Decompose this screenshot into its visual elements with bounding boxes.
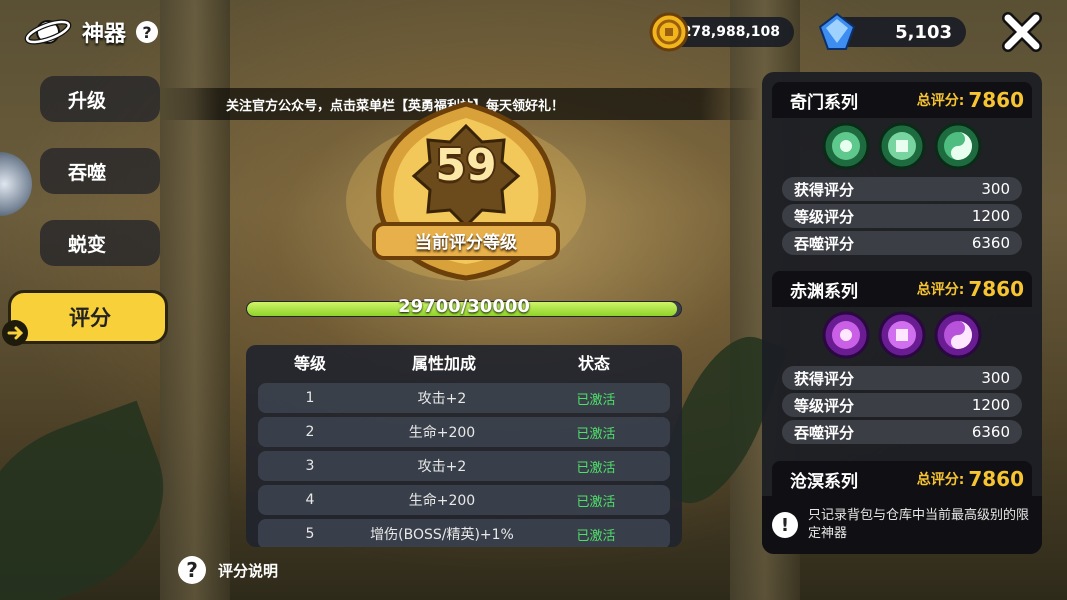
- stat-row: 吞噬评分 6360: [782, 420, 1022, 444]
- gold-amount: 278,988,108: [681, 24, 780, 40]
- menu-item-transform[interactable]: 蜕变: [40, 220, 160, 266]
- row-level: 4: [305, 492, 315, 508]
- gold-counter: 278,988,108: [649, 12, 794, 52]
- header-level: 等级: [293, 354, 326, 373]
- stat-row: 获得评分 300: [782, 366, 1022, 390]
- row-bonus: 生命+200: [408, 493, 476, 509]
- stat-value: 300: [981, 369, 1010, 387]
- table-row: 5 增伤(BOSS/精英)+1% 已激活: [258, 519, 670, 547]
- header-bonus: 属性加成: [411, 354, 476, 373]
- rating-explanation-label: 评分说明: [218, 561, 279, 580]
- table-row: 3 攻击+2 已激活: [258, 451, 670, 481]
- rating-level-badge: [346, 101, 586, 281]
- help-icon[interactable]: ?: [136, 21, 159, 43]
- planet-icon: [24, 19, 72, 45]
- total-score-label: 总评分:: [916, 93, 965, 109]
- table-row: 2 生命+200 已激活: [258, 417, 670, 447]
- notice-text: 只记录背包与仓库中当前最高级别的限定神器: [808, 508, 1030, 541]
- notice-bar: ! 只记录背包与仓库中当前最高级别的限定神器: [762, 496, 1042, 554]
- stat-value: 1200: [971, 207, 1010, 225]
- table-row: 1 攻击+2 已激活: [258, 383, 670, 413]
- header: 神器 ?: [24, 14, 159, 50]
- stat-row: 获得评分 300: [782, 177, 1022, 201]
- row-status: 已激活: [576, 392, 616, 408]
- page-title: 神器: [82, 22, 127, 47]
- total-score-value: 7860: [968, 88, 1024, 112]
- row-status: 已激活: [576, 494, 616, 510]
- row-status: 已激活: [576, 528, 616, 544]
- stat-label: 等级评分: [794, 207, 855, 226]
- table-row: 4 生命+200 已激活: [258, 485, 670, 515]
- question-icon: ?: [178, 556, 206, 584]
- header-status: 状态: [577, 354, 610, 373]
- stat-label: 获得评分: [794, 369, 855, 388]
- stat-label: 等级评分: [794, 396, 855, 415]
- diamond-icon: [818, 12, 856, 50]
- artifact-list: [772, 307, 1032, 363]
- artifact-list: [772, 118, 1032, 174]
- stat-label: 吞噬评分: [794, 423, 855, 442]
- rating-level-number: 59: [435, 140, 497, 191]
- stat-row: 吞噬评分 6360: [782, 231, 1022, 255]
- side-shortcut-icon[interactable]: [0, 152, 32, 216]
- artifact-orb-icon[interactable]: [877, 121, 927, 171]
- artifact-orb-icon[interactable]: [877, 310, 927, 360]
- series-name: 赤渊系列: [790, 281, 858, 302]
- stat-value: 6360: [971, 234, 1010, 252]
- stat-label: 吞噬评分: [794, 234, 855, 253]
- series-card: 奇门系列 总评分: 7860 获得评分 300 等级评分 1200 吞噬评分 6…: [772, 82, 1032, 255]
- row-status: 已激活: [576, 426, 616, 442]
- series-score-panel[interactable]: 奇门系列 总评分: 7860 获得评分 300 等级评分 1200 吞噬评分 6…: [762, 72, 1042, 554]
- stat-value: 300: [981, 180, 1010, 198]
- menu-item-devour[interactable]: 吞噬: [40, 148, 160, 194]
- gold-coin-icon: [649, 12, 689, 52]
- menu-item-rating[interactable]: 评分: [8, 290, 168, 344]
- stat-value: 1200: [971, 396, 1010, 414]
- total-score-label: 总评分:: [916, 472, 965, 488]
- total-score-value: 7860: [968, 467, 1024, 491]
- menu-item-upgrade[interactable]: 升级: [40, 76, 160, 122]
- close-icon[interactable]: [1000, 12, 1044, 52]
- rating-progress-text: 29700/30000: [398, 296, 530, 317]
- stat-value: 6360: [971, 423, 1010, 441]
- gem-amount: 5,103: [895, 21, 952, 43]
- series-header: 赤渊系列 总评分: 7860: [772, 271, 1032, 307]
- series-card: 沧溟系列 总评分: 7860: [772, 461, 1032, 497]
- artifact-orb-icon[interactable]: [821, 310, 871, 360]
- exclamation-icon: !: [772, 512, 798, 538]
- rating-explanation-button[interactable]: ? 评分说明: [178, 556, 278, 584]
- stat-row: 等级评分 1200: [782, 393, 1022, 417]
- row-bonus: 增伤(BOSS/精英)+1%: [370, 527, 514, 543]
- table-header: 等级 属性加成 状态: [246, 345, 682, 379]
- level-bonus-table[interactable]: 等级 属性加成 状态 1 攻击+2 已激活 2 生命+200 已激活 3 攻击+…: [246, 345, 682, 547]
- series-header: 沧溟系列 总评分: 7860: [772, 461, 1032, 497]
- artifact-orb-icon[interactable]: [821, 121, 871, 171]
- row-level: 2: [305, 424, 315, 440]
- total-score-value: 7860: [968, 277, 1024, 301]
- row-bonus: 攻击+2: [417, 391, 467, 407]
- row-bonus: 攻击+2: [417, 459, 467, 475]
- series-header: 奇门系列 总评分: 7860: [772, 82, 1032, 118]
- row-level: 1: [305, 390, 315, 406]
- stat-label: 获得评分: [794, 180, 855, 199]
- row-status: 已激活: [576, 460, 616, 476]
- gem-counter: 5,103: [818, 12, 966, 50]
- series-card: 赤渊系列 总评分: 7860 获得评分 300 等级评分 1200 吞噬评分 6…: [772, 271, 1032, 444]
- row-level: 5: [305, 526, 315, 542]
- arrow-right-icon: [2, 320, 28, 346]
- series-name: 奇门系列: [790, 92, 858, 113]
- row-level: 3: [305, 458, 315, 474]
- artifact-orb-icon[interactable]: [933, 121, 983, 171]
- row-bonus: 生命+200: [408, 425, 476, 441]
- rating-level-label: 当前评分等级: [415, 233, 517, 253]
- stat-row: 等级评分 1200: [782, 204, 1022, 228]
- series-name: 沧溟系列: [790, 471, 858, 492]
- artifact-orb-icon[interactable]: [933, 310, 983, 360]
- total-score-label: 总评分:: [916, 282, 965, 298]
